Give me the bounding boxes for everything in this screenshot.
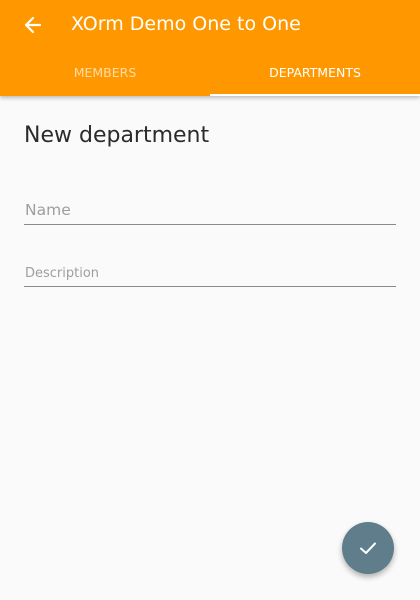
app-title: XOrm Demo One to One [71,13,301,35]
arrow-back-icon [24,16,42,34]
page-title: New department [24,123,210,148]
name-field[interactable] [24,196,396,225]
save-fab-button[interactable] [342,522,394,574]
app-bar: XOrm Demo One to One MEMBERS DEPARTMENTS [0,0,420,96]
back-button[interactable] [18,10,48,40]
tab-departments[interactable]: DEPARTMENTS [210,50,420,96]
tab-bar: MEMBERS DEPARTMENTS [0,50,420,96]
description-field[interactable] [24,260,396,287]
toolbar: XOrm Demo One to One [0,0,420,50]
check-icon [360,542,376,554]
tab-indicator [210,94,420,96]
tab-members[interactable]: MEMBERS [0,50,210,96]
